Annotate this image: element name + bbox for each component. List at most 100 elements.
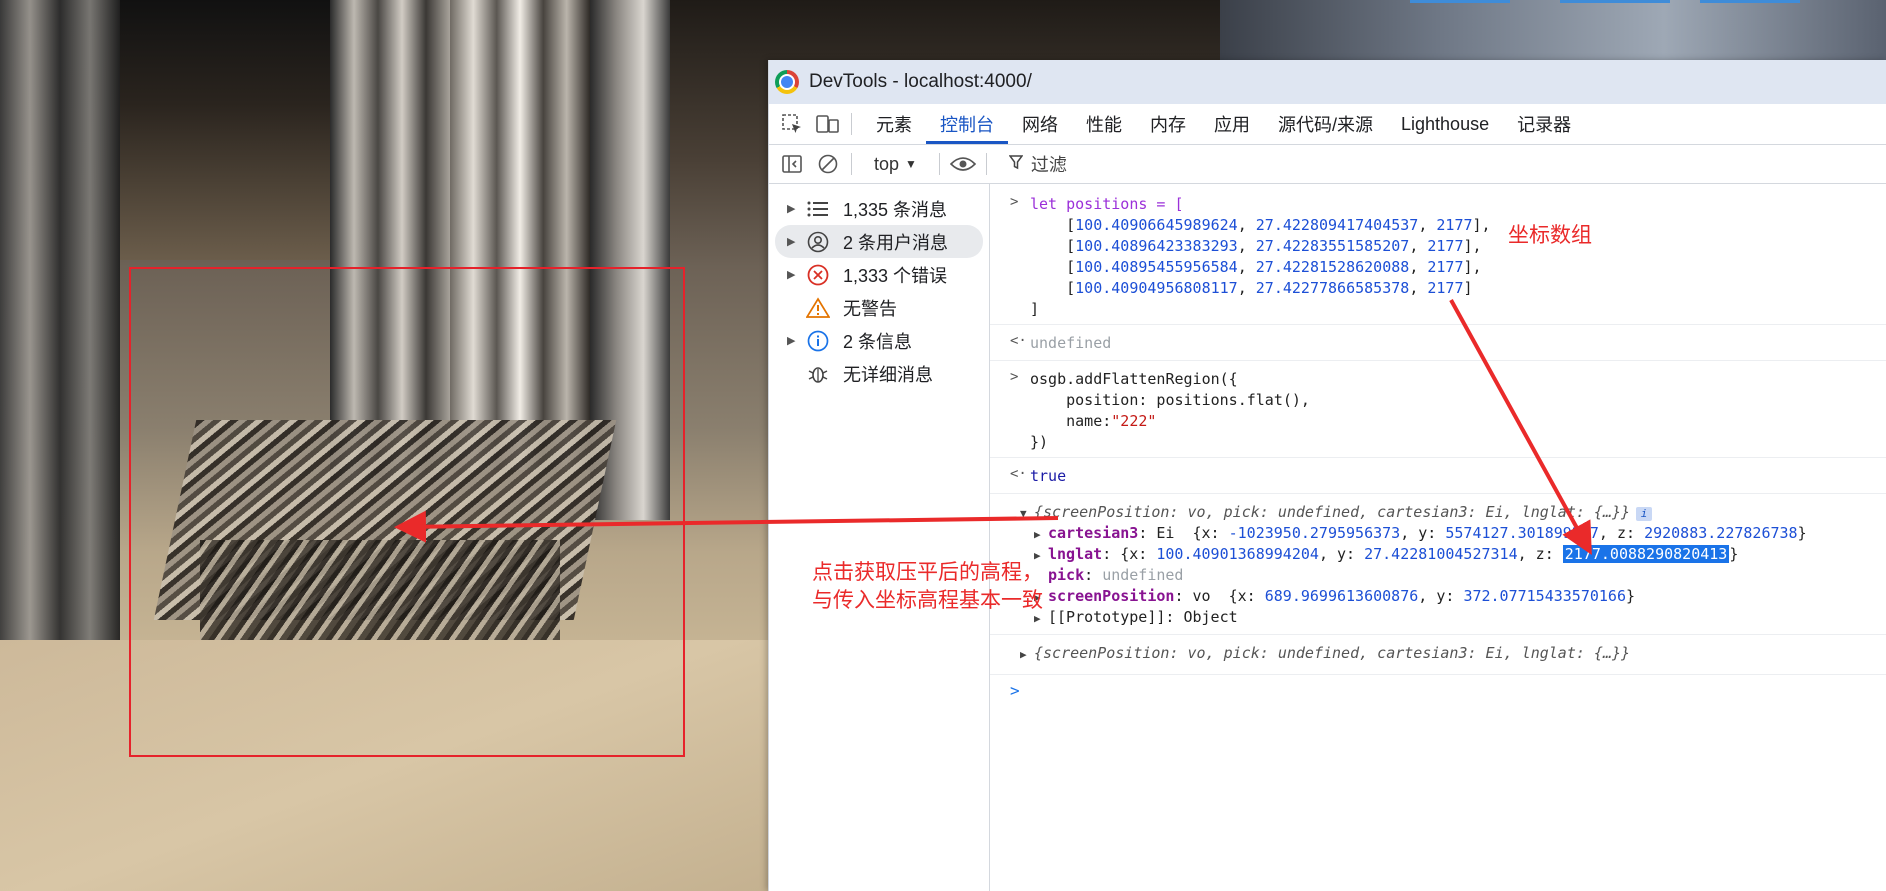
tab-sources[interactable]: 源代码/来源: [1264, 104, 1387, 144]
console-result-entry: <· true: [990, 458, 1886, 494]
filter-input[interactable]: 过滤: [997, 151, 1079, 177]
position-lat: 27.42283551585207: [1255, 237, 1410, 255]
console-input-entry[interactable]: > let positions = [ [100.40906645989624,…: [990, 184, 1886, 325]
live-expression-eye-icon[interactable]: [949, 151, 976, 177]
scene-rooftop: [1220, 0, 1886, 62]
code-line: name:: [1030, 412, 1112, 430]
property-value: 689.9699613600876: [1264, 587, 1419, 605]
annotation-click-note: 点击获取压平后的高程， 与传入坐标高程基本一致: [812, 558, 1043, 614]
position-height: 2177: [1427, 258, 1464, 276]
result-arrow-icon: <·: [1010, 333, 1027, 349]
list-icon: [801, 200, 835, 218]
collapse-arrow-icon[interactable]: ▼: [1020, 503, 1034, 524]
highlighted-height-value[interactable]: 2177.0088290820413: [1562, 545, 1730, 563]
input-prompt-icon: >: [1010, 369, 1019, 385]
property-type: vo: [1192, 587, 1211, 605]
sidebar-item-messages[interactable]: ▶ 1,335 条消息: [775, 192, 983, 225]
position-lat: 27.422809417404537: [1255, 216, 1419, 234]
object-property-row[interactable]: ▶ cartesian3: Ei {x: -1023950.2795956373,…: [1020, 523, 1886, 544]
console-panel: ▶ 1,335 条消息 ▶ 2 条用户消息 ▶ 1,333 个错误 无警告 ▶ …: [769, 184, 1886, 891]
sidebar-item-warnings[interactable]: 无警告: [775, 291, 983, 324]
object-property-row: pick: undefined: [1048, 566, 1184, 584]
tab-performance[interactable]: 性能: [1072, 104, 1136, 144]
tab-recorder[interactable]: 记录器: [1503, 104, 1585, 144]
clear-console-icon[interactable]: [815, 151, 841, 177]
toolbar-divider: [851, 153, 852, 175]
object-summary: {screenPosition: vo, pick: undefined, ca…: [1034, 644, 1631, 662]
console-input-entry[interactable]: > osgb.addFlattenRegion({ position: posi…: [990, 361, 1886, 458]
sidebar-item-user-messages[interactable]: ▶ 2 条用户消息: [775, 225, 983, 258]
input-prompt-icon: >: [1010, 194, 1019, 210]
property-key: cartesian3: [1048, 524, 1139, 542]
sidebar-item-info[interactable]: ▶ 2 条信息: [775, 324, 983, 357]
sidebar-item-errors[interactable]: ▶ 1,333 个错误: [775, 258, 983, 291]
object-property-row[interactable]: ▶ [[Prototype]]: Object: [1020, 607, 1886, 628]
result-value: undefined: [1030, 334, 1112, 352]
property-value: 27.42281004527314: [1364, 545, 1518, 563]
console-prompt-icon: >: [1010, 681, 1020, 700]
object-property-row[interactable]: ▶ lnglat: {x: 100.40901368994204, y: 27.4…: [1020, 544, 1886, 565]
toolbar-divider: [985, 153, 987, 175]
error-icon: [801, 264, 835, 286]
sidebar-item-label: 1,335 条消息: [843, 199, 948, 220]
position-lng: 100.40904956808117: [1075, 279, 1238, 297]
inspect-element-icon[interactable]: [779, 111, 805, 137]
position-lng: 100.40896423383293: [1075, 237, 1238, 255]
console-output[interactable]: > let positions = [ [100.40906645989624,…: [990, 184, 1886, 891]
object-property-row[interactable]: ▶ screenPosition: vo {x: 689.969961360087…: [1020, 586, 1886, 607]
property-key: pick: [1048, 566, 1085, 584]
sidebar-item-label: 2 条用户消息: [843, 232, 949, 253]
warning-icon: [801, 296, 835, 319]
position-height: 2177: [1427, 237, 1464, 255]
info-icon: [801, 330, 835, 352]
toolbar-divider: [851, 113, 852, 135]
tab-console[interactable]: 控制台: [926, 104, 1008, 144]
expand-arrow-icon: ▶: [787, 335, 796, 347]
devtools-window: DevTools - localhost:4000/ 元素 控制台 网络 性能 …: [768, 60, 1886, 891]
position-height: 2177: [1427, 279, 1464, 297]
sidebar-item-label: 无警告: [843, 298, 897, 319]
chrome-logo-icon: [775, 70, 799, 94]
scene-doorway: [120, 0, 330, 260]
console-result-entry: <· undefined: [990, 325, 1886, 361]
property-value: 372.07715433570166: [1463, 587, 1626, 605]
info-badge-icon[interactable]: i: [1636, 507, 1653, 521]
sidebar-item-label: 2 条信息: [843, 331, 913, 352]
sidebar-toggle-icon[interactable]: [779, 151, 805, 177]
property-value: 100.40901368994204: [1156, 545, 1319, 563]
console-log-object[interactable]: ▶ {screenPosition: vo, pick: undefined, c…: [990, 635, 1886, 675]
context-value: top: [874, 153, 900, 174]
filter-placeholder: 过滤: [1030, 155, 1067, 175]
context-selector[interactable]: top ▼: [862, 154, 929, 175]
object-summary-row[interactable]: ▼ {screenPosition: vo, pick: undefined, c…: [1020, 502, 1886, 523]
property-value: -1023950.2795956373: [1228, 524, 1401, 542]
tab-memory[interactable]: 内存: [1136, 104, 1200, 144]
tab-application[interactable]: 应用: [1200, 104, 1264, 144]
tab-elements[interactable]: 元素: [862, 104, 926, 144]
expand-arrow-icon[interactable]: ▶: [1020, 644, 1034, 665]
object-summary: {screenPosition: vo, pick: undefined, ca…: [1034, 503, 1631, 521]
property-value: undefined: [1102, 566, 1184, 584]
code-line: position: positions.flat(),: [1030, 391, 1310, 409]
tab-lighthouse[interactable]: Lighthouse: [1387, 104, 1503, 144]
filter-icon: [1008, 154, 1024, 175]
position-lng: 100.40895455956584: [1075, 258, 1238, 276]
tab-network[interactable]: 网络: [1008, 104, 1072, 144]
sidebar-item-label: 1,333 个错误: [843, 265, 948, 286]
code-line: let positions = [: [1030, 195, 1184, 213]
user-icon: [801, 231, 835, 253]
position-lat: 27.42277866585378: [1255, 279, 1410, 297]
property-value: 5574127.301899267: [1445, 524, 1599, 542]
position-height: 2177: [1436, 216, 1473, 234]
devtools-titlebar[interactable]: DevTools - localhost:4000/: [769, 60, 1886, 104]
device-toggle-icon[interactable]: [815, 111, 841, 137]
console-prompt-line[interactable]: >: [990, 675, 1886, 705]
expand-arrow-icon[interactable]: ▶: [1034, 524, 1048, 545]
sidebar-item-verbose[interactable]: 无详细消息: [775, 357, 983, 390]
console-log-object[interactable]: ▼ {screenPosition: vo, pick: undefined, c…: [990, 494, 1886, 635]
property-key: screenPosition: [1048, 587, 1175, 605]
position-lng: 100.40906645989624: [1075, 216, 1238, 234]
sidebar-item-label: 无详细消息: [843, 364, 933, 385]
console-sidebar: ▶ 1,335 条消息 ▶ 2 条用户消息 ▶ 1,333 个错误 无警告 ▶ …: [769, 184, 990, 891]
devtools-tabbar: 元素 控制台 网络 性能 内存 应用 源代码/来源 Lighthouse 记录器: [769, 104, 1886, 145]
